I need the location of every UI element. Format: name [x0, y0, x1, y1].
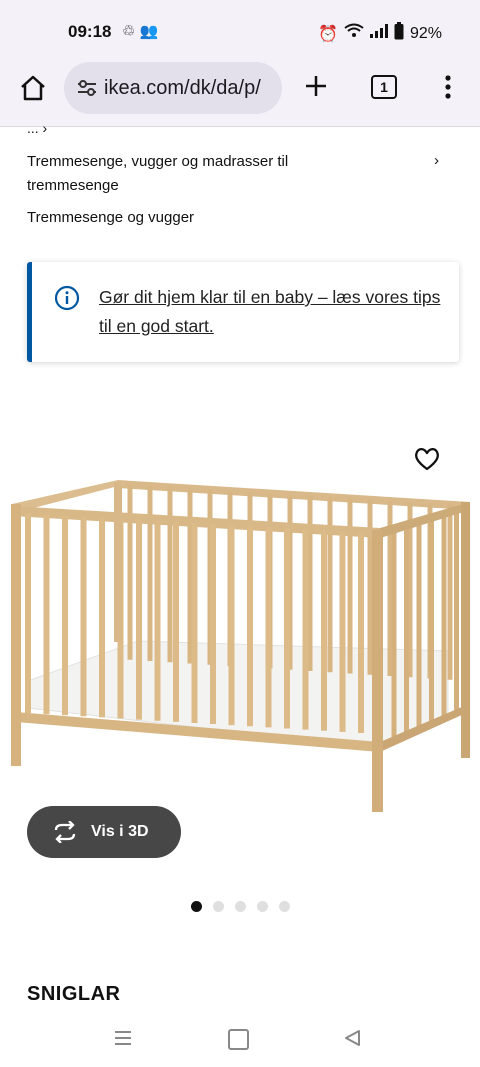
view-3d-button[interactable]: Vis i 3D [27, 806, 181, 858]
battery-percent: 92% [409, 24, 442, 42]
info-icon [54, 285, 80, 311]
recents-icon[interactable] [113, 1028, 133, 1048]
view-3d-label: Vis i 3D [91, 823, 149, 840]
carousel-dot[interactable] [279, 901, 290, 912]
image-carousel-indicator[interactable] [191, 901, 290, 912]
address-bar[interactable]: ikea.com/dk/da/p/ [64, 62, 282, 114]
status-notification-icons: ♲ 👥 [122, 22, 158, 40]
status-bar: 09:18 ♲ 👥 ⏰ 92% [0, 0, 480, 60]
signal-icon [369, 24, 388, 43]
breadcrumb-ellipsis[interactable]: ... › [27, 120, 47, 136]
carousel-dot[interactable] [235, 901, 246, 912]
back-triangle-icon[interactable] [342, 1028, 362, 1048]
carousel-dot[interactable] [191, 901, 202, 912]
url-text[interactable]: ikea.com/dk/da/p/ [104, 77, 261, 100]
home-button[interactable] [18, 73, 48, 103]
baby-tips-banner: Gør dit hjem klar til en baby – læs vore… [27, 262, 459, 362]
status-right-icons: ⏰ 92% [318, 22, 442, 45]
site-settings-icon[interactable] [76, 77, 98, 99]
chevron-right-icon: › [434, 152, 439, 169]
heart-icon [415, 447, 439, 471]
new-tab-button[interactable] [302, 72, 330, 100]
carousel-dot[interactable] [213, 901, 224, 912]
battery-icon [394, 22, 404, 45]
more-vert-icon [445, 75, 451, 99]
carousel-dot[interactable] [257, 901, 268, 912]
wifi-icon [344, 23, 364, 44]
tab-switcher-button[interactable]: 1 [371, 75, 397, 99]
alarm-icon: ⏰ [318, 25, 338, 43]
product-name: SNIGLAR [27, 983, 121, 1005]
favorite-button[interactable] [413, 446, 441, 472]
breadcrumb-item-cribs-mattresses[interactable]: Tremmesenge, vugger og madrasser til tre… [27, 150, 337, 198]
home-icon [21, 75, 45, 101]
browser-toolbar: ikea.com/dk/da/p/ 1 [0, 60, 480, 127]
product-image-crib[interactable] [8, 476, 472, 816]
rotate-3d-icon [54, 821, 76, 843]
breadcrumb-item-cribs[interactable]: Tremmesenge og vugger [27, 207, 194, 229]
people-icon: 👥 [139, 23, 159, 40]
home-square-icon[interactable] [228, 1029, 249, 1050]
recycle-icon: ♲ [122, 23, 136, 40]
status-time: 09:18 [68, 22, 112, 41]
baby-tips-link[interactable]: Gør dit hjem klar til en baby – læs vore… [99, 283, 453, 341]
browser-menu-button[interactable] [440, 72, 456, 102]
plus-icon [306, 76, 326, 96]
system-nav-bar [0, 1014, 480, 1067]
